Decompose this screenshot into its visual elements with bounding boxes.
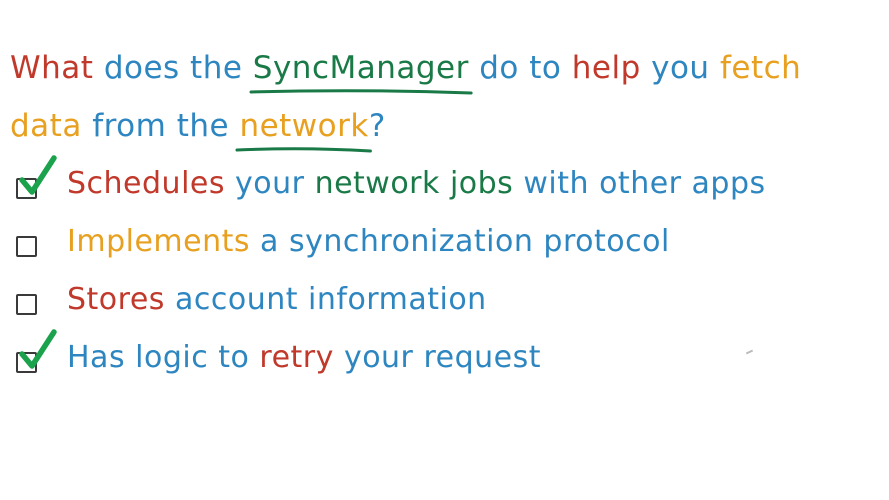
word: apps	[691, 166, 766, 201]
underline-stroke	[235, 147, 373, 153]
word: a	[260, 224, 279, 259]
word: network	[314, 166, 440, 201]
option-label: Implements a synchronization protocol	[67, 224, 670, 259]
option-label: Schedules your network jobs with other a…	[67, 166, 766, 201]
word: Schedules	[67, 166, 225, 201]
underlined-term: network	[235, 108, 373, 153]
word: ?	[368, 108, 386, 144]
word: do	[479, 50, 519, 86]
question-line-1: What does the SyncManager do to help you…	[10, 50, 802, 95]
checkbox[interactable]	[16, 294, 37, 315]
word: request	[423, 340, 541, 375]
word: protocol	[543, 224, 670, 259]
word: data	[10, 108, 82, 144]
word: Implements	[67, 224, 250, 259]
word: to	[218, 340, 250, 375]
word: What	[10, 50, 94, 86]
word: retry	[259, 340, 334, 375]
word: Has	[67, 340, 126, 375]
word: network	[239, 108, 369, 144]
underline-stroke	[249, 89, 473, 95]
word: help	[571, 50, 641, 86]
checkbox[interactable]	[16, 236, 37, 257]
word: Stores	[67, 282, 165, 317]
word: account	[174, 282, 298, 317]
word: jobs	[449, 166, 514, 201]
word: from	[92, 108, 167, 144]
word: your	[343, 340, 414, 375]
checkmark-icon	[19, 155, 57, 195]
option-label: Stores account information	[67, 282, 487, 317]
pen-speck	[745, 349, 754, 355]
option-label: Has logic to retry your request	[67, 340, 541, 375]
word: with	[523, 166, 590, 201]
word: SyncManager	[252, 50, 469, 86]
word: does	[103, 50, 180, 86]
word: other	[599, 166, 682, 201]
question-line-2: data from the network?	[10, 108, 386, 153]
word: information	[308, 282, 487, 317]
underlined-term: SyncManager	[249, 50, 473, 95]
word: to	[529, 50, 562, 86]
checkmark-icon	[19, 329, 57, 369]
word: the	[190, 50, 243, 86]
word: synchronization	[288, 224, 534, 259]
word: you	[651, 50, 710, 86]
word: the	[176, 108, 230, 144]
word: fetch	[719, 50, 802, 86]
word: logic	[135, 340, 209, 375]
word: your	[235, 166, 305, 201]
